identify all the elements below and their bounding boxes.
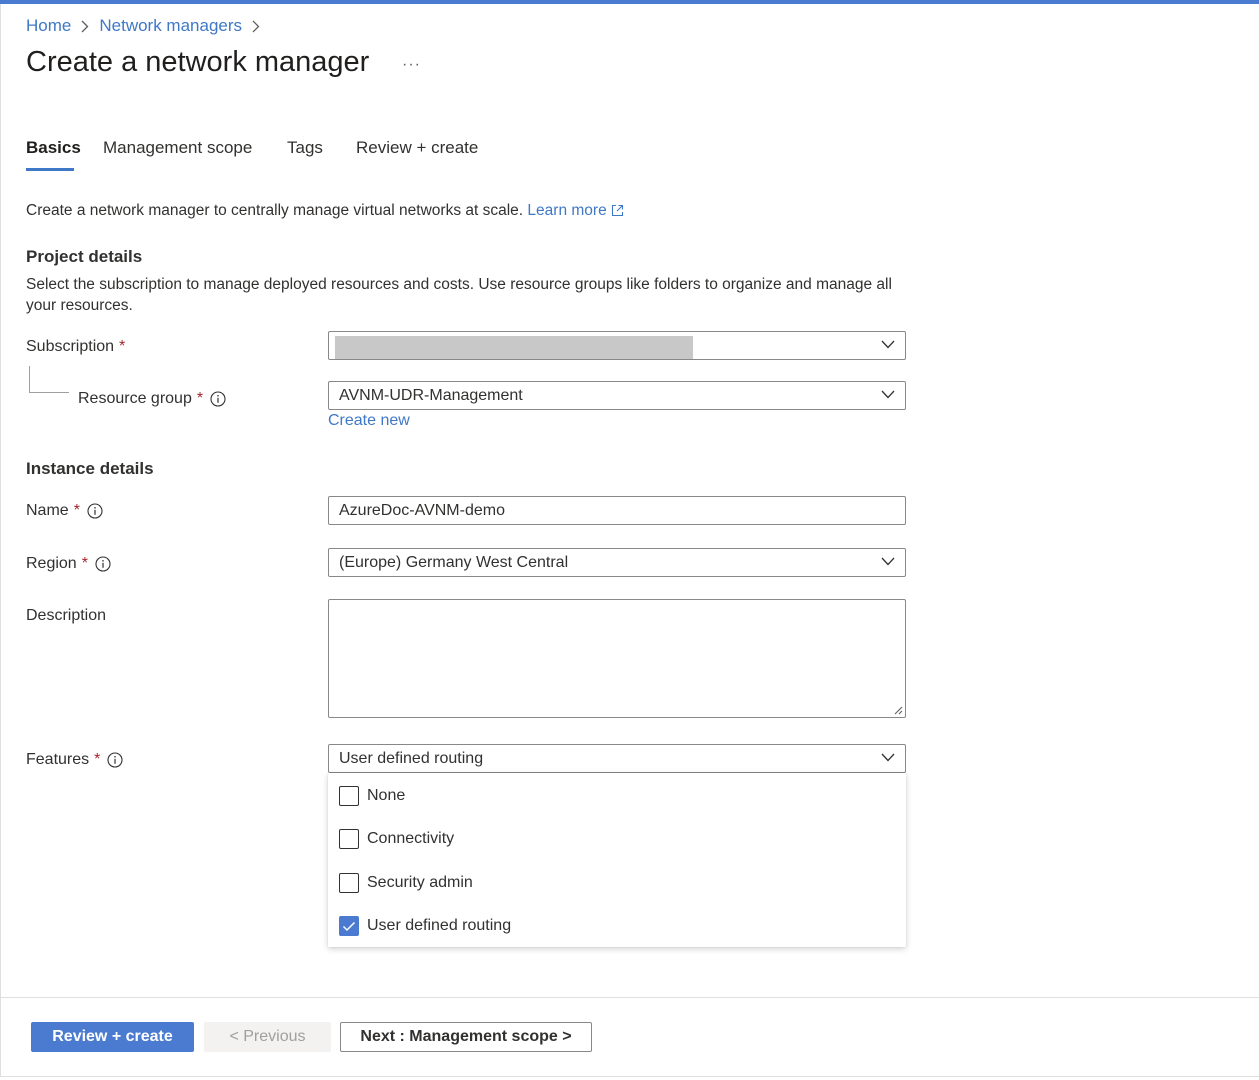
blade-left-border: [0, 4, 1, 1076]
feature-option-connectivity[interactable]: Connectivity: [339, 824, 454, 854]
tree-connector: [29, 366, 69, 393]
learn-more-label: Learn more: [527, 202, 607, 219]
feature-option-label: Security admin: [367, 874, 473, 891]
chevron-down-icon: [881, 390, 895, 399]
info-icon[interactable]: [210, 391, 226, 407]
chevron-down-icon: [881, 753, 895, 762]
breadcrumb: Home Network managers: [26, 15, 270, 37]
subscription-label: Subscription *: [26, 336, 125, 358]
external-link-icon: [611, 204, 624, 222]
footer-divider: [0, 997, 1259, 998]
info-icon[interactable]: [87, 503, 103, 519]
resource-group-select[interactable]: AVNM-UDR-Management: [328, 381, 906, 410]
name-label-text: Name: [26, 502, 69, 519]
region-label-text: Region: [26, 555, 77, 572]
create-new-resource-group-link[interactable]: Create new: [328, 412, 410, 430]
required-marker: *: [94, 751, 101, 768]
resource-group-label-text: Resource group: [78, 390, 192, 407]
description-label: Description: [26, 605, 106, 627]
feature-option-label: Connectivity: [367, 830, 455, 847]
learn-more-link[interactable]: Learn more: [527, 202, 623, 219]
subscription-label-text: Subscription: [26, 338, 115, 355]
description-textarea[interactable]: [328, 599, 906, 718]
name-value: AzureDoc-AVNM-demo: [339, 501, 505, 519]
name-input[interactable]: AzureDoc-AVNM-demo: [328, 496, 906, 525]
breadcrumb-home-link[interactable]: Home: [26, 16, 71, 36]
top-accent-bar: [0, 0, 1259, 4]
tab-basics[interactable]: Basics: [26, 138, 81, 158]
features-value: User defined routing: [339, 749, 484, 767]
feature-option-label: User defined routing: [367, 917, 512, 934]
checkmark-icon: [342, 921, 356, 932]
features-dropdown-list: None Connectivity Security admin User de…: [328, 773, 906, 947]
info-icon[interactable]: [107, 752, 123, 768]
feature-option-security-admin[interactable]: Security admin: [339, 868, 473, 898]
resource-group-label: Resource group *: [78, 388, 226, 410]
checkbox-checked[interactable]: [339, 916, 359, 936]
chevron-right-icon: [252, 20, 260, 33]
next-management-scope-button[interactable]: Next : Management scope >: [340, 1022, 592, 1052]
active-tab-indicator: [26, 168, 74, 171]
project-details-heading: Project details: [26, 247, 143, 266]
features-label: Features *: [26, 749, 123, 771]
chevron-down-icon: [881, 557, 895, 566]
instance-details-heading: Instance details: [26, 459, 154, 478]
previous-button[interactable]: < Previous: [204, 1022, 331, 1052]
subscription-select[interactable]: [328, 331, 906, 360]
features-label-text: Features: [26, 751, 90, 768]
region-value: (Europe) Germany West Central: [339, 553, 569, 571]
required-marker: *: [81, 555, 88, 572]
chevron-down-icon: [881, 340, 895, 349]
intro-description: Create a network manager to centrally ma…: [26, 202, 524, 219]
tab-review-create[interactable]: Review + create: [356, 138, 478, 158]
review-create-button[interactable]: Review + create: [31, 1022, 194, 1052]
feature-option-user-defined-routing[interactable]: User defined routing: [339, 911, 511, 941]
tab-tags[interactable]: Tags: [287, 138, 323, 158]
blade-bottom-border: [0, 1076, 1259, 1077]
checkbox[interactable]: [339, 873, 359, 893]
info-icon[interactable]: [95, 556, 111, 572]
tab-management-scope[interactable]: Management scope: [103, 138, 252, 158]
required-marker: *: [119, 338, 126, 355]
required-marker: *: [73, 502, 80, 519]
feature-option-label: None: [367, 787, 406, 804]
intro-text: Create a network manager to centrally ma…: [26, 202, 624, 222]
project-details-description: Select the subscription to manage deploy…: [26, 276, 892, 314]
resize-grip-icon[interactable]: [893, 705, 903, 715]
redacted-subscription-value: [335, 336, 693, 359]
page-title: Create a network manager: [26, 46, 370, 78]
checkbox[interactable]: [339, 829, 359, 849]
features-select[interactable]: User defined routing: [328, 744, 906, 773]
feature-option-none[interactable]: None: [339, 781, 405, 811]
name-label: Name *: [26, 500, 103, 522]
more-options-button[interactable]: ···: [402, 56, 421, 74]
resource-group-value: AVNM-UDR-Management: [339, 386, 523, 404]
description-label-text: Description: [26, 607, 107, 624]
checkbox[interactable]: [339, 786, 359, 806]
chevron-right-icon: [81, 20, 89, 33]
region-select[interactable]: (Europe) Germany West Central: [328, 548, 906, 577]
region-label: Region *: [26, 553, 111, 575]
required-marker: *: [196, 390, 204, 407]
breadcrumb-network-managers-link[interactable]: Network managers: [99, 16, 242, 36]
